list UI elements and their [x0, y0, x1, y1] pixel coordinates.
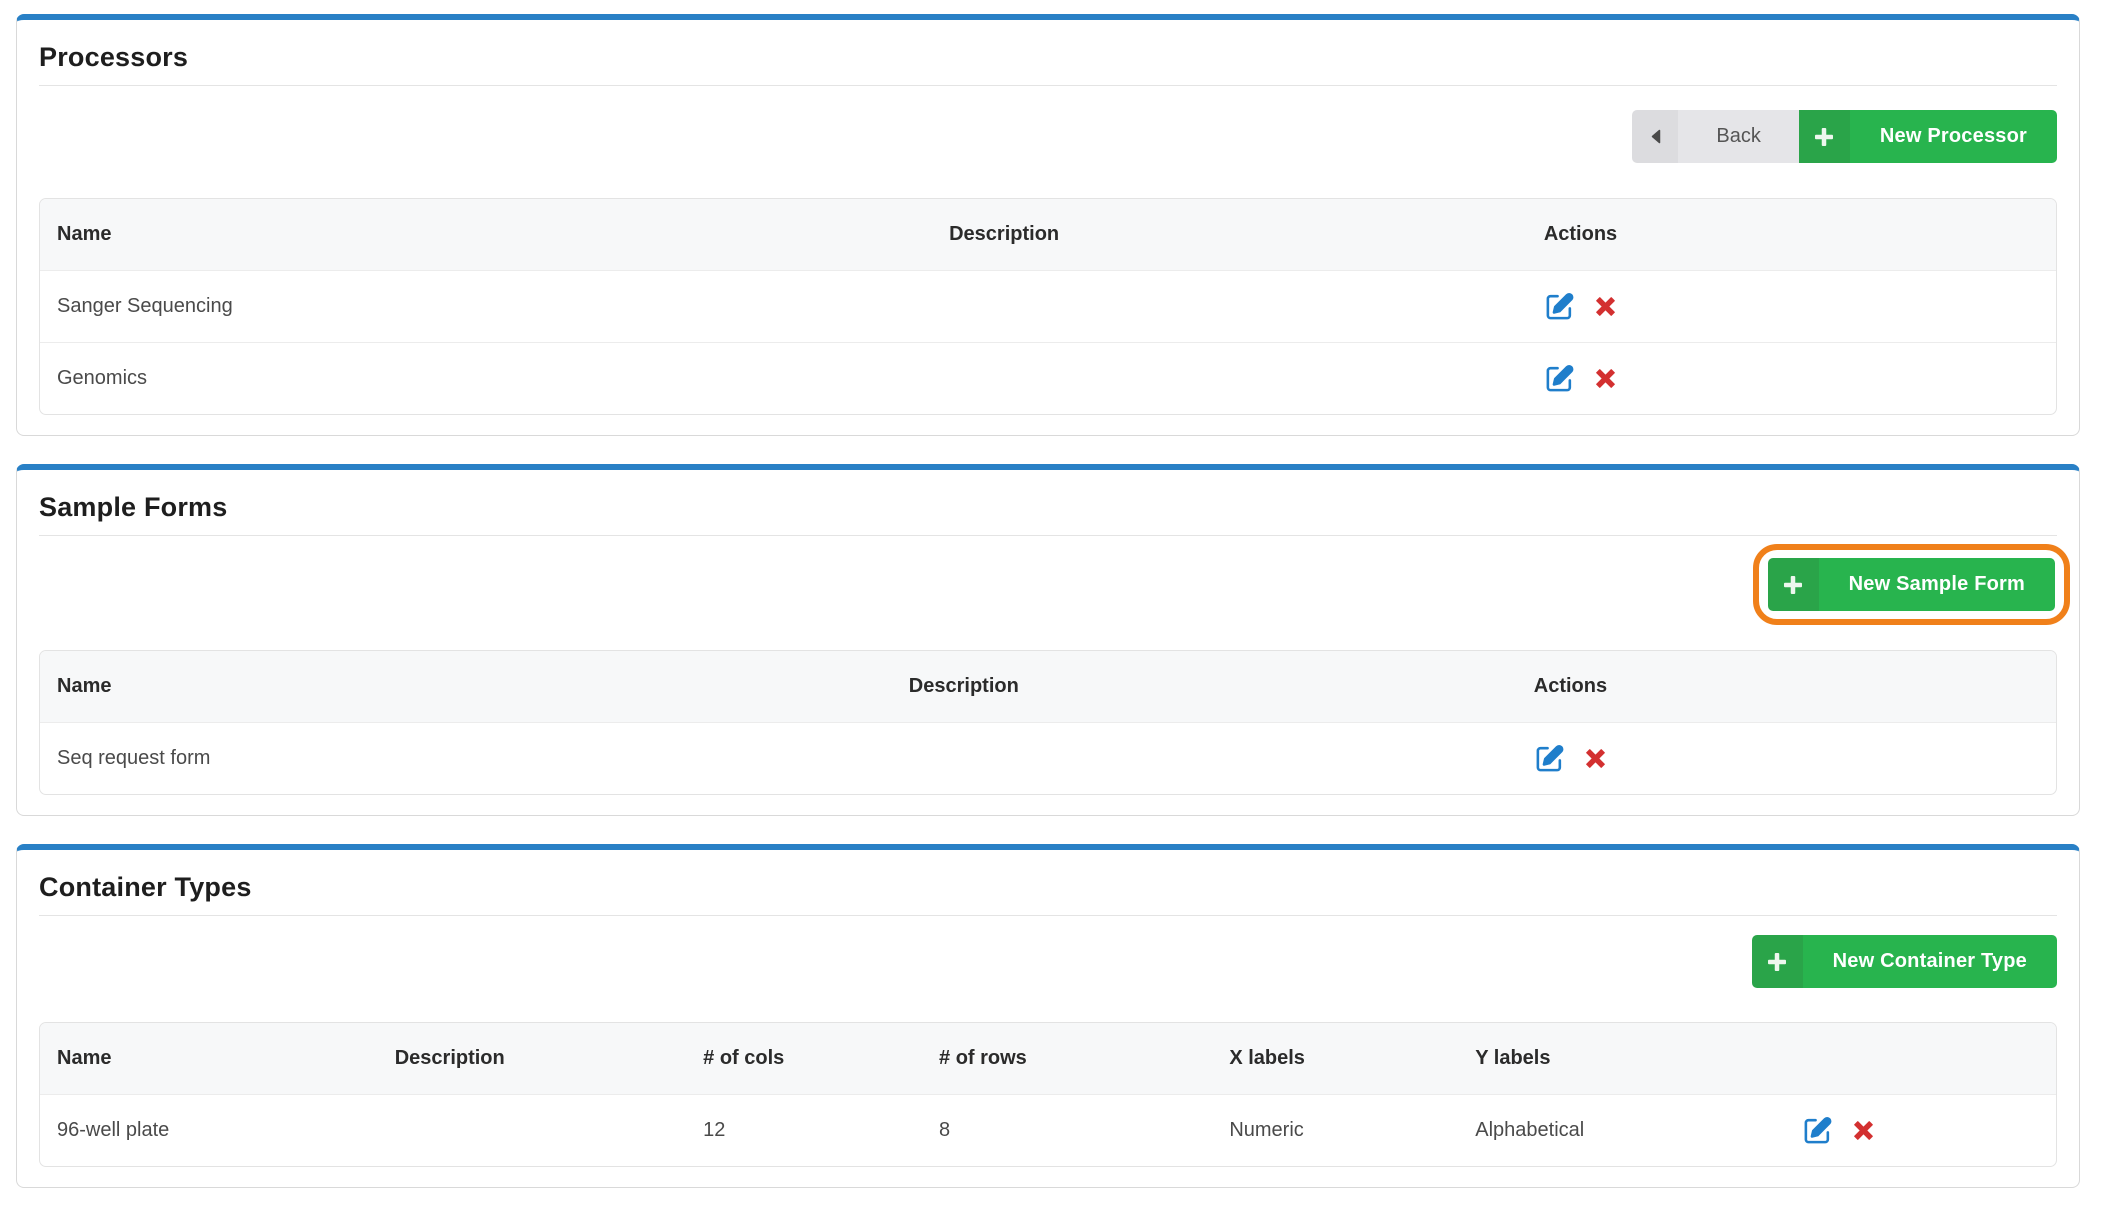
name-cell: Sanger Sequencing: [40, 271, 937, 343]
container-types-header-row: Name Description # of cols # of rows X l…: [40, 1023, 2056, 1095]
sample-forms-header-row: Name Description Actions: [40, 651, 2056, 723]
processors-table: Name Description Actions Sanger Sequenci…: [39, 198, 2057, 415]
x-mark-icon: [1583, 746, 1608, 771]
table-row: 96-well plate 12 8 Numeric Alphabetical: [40, 1095, 2056, 1167]
sample-forms-table: Name Description Actions Seq request for…: [39, 650, 2057, 795]
processors-card: Processors Back New Processor: [16, 14, 2080, 436]
column-header-name: Name: [40, 1023, 383, 1095]
actions-cell: [1522, 723, 2056, 795]
table-row: Seq request form: [40, 723, 2056, 795]
settings-page: Processors Back New Processor: [16, 14, 2080, 1188]
column-header-name: Name: [40, 199, 937, 271]
table-row: Sanger Sequencing: [40, 271, 2056, 343]
container-types-toolbar: New Container Type: [39, 935, 2057, 988]
container-types-card: Container Types New Container Type Name …: [16, 844, 2080, 1188]
column-header-actions: Actions: [1522, 651, 2056, 723]
table-row: Genomics: [40, 343, 2056, 415]
column-header-description: Description: [383, 1023, 691, 1095]
description-cell: [937, 271, 1532, 343]
name-cell: Seq request form: [40, 723, 897, 795]
sample-forms-title: Sample Forms: [39, 492, 2057, 523]
name-cell: 96-well plate: [40, 1095, 383, 1167]
processors-button-group: Back New Processor: [1632, 110, 2057, 163]
delete-button[interactable]: [1851, 1118, 1876, 1143]
divider: [39, 535, 2057, 536]
delete-button[interactable]: [1593, 294, 1618, 319]
column-header-description: Description: [897, 651, 1522, 723]
edit-button[interactable]: [1802, 1115, 1833, 1146]
actions-cell: [1790, 1095, 2056, 1167]
actions-cell: [1532, 343, 2056, 415]
new-container-type-button[interactable]: New Container Type: [1752, 935, 2057, 988]
delete-button[interactable]: [1593, 366, 1618, 391]
name-cell: Genomics: [40, 343, 937, 415]
plus-icon: [1799, 110, 1850, 163]
container-types-title: Container Types: [39, 872, 2057, 903]
delete-button[interactable]: [1583, 746, 1608, 771]
container-types-table: Name Description # of cols # of rows X l…: [39, 1022, 2057, 1167]
num-rows-cell: 8: [927, 1095, 1217, 1167]
x-mark-icon: [1593, 366, 1618, 391]
caret-left-icon: [1632, 110, 1678, 163]
highlight-ring: New Sample Form: [1753, 544, 2070, 625]
description-cell: [897, 723, 1522, 795]
edit-icon: [1544, 363, 1575, 394]
column-header-actions: [1790, 1023, 2056, 1095]
plus-icon: [1768, 558, 1819, 611]
edit-button[interactable]: [1534, 743, 1565, 774]
actions-cell: [1532, 271, 2056, 343]
divider: [39, 915, 2057, 916]
edit-icon: [1534, 743, 1565, 774]
new-processor-button-label: New Processor: [1850, 110, 2057, 163]
sample-forms-toolbar: New Sample Form: [39, 544, 2057, 625]
back-button-label: Back: [1678, 110, 1798, 163]
new-sample-form-button-label: New Sample Form: [1819, 558, 2055, 611]
column-header-num-cols: # of cols: [691, 1023, 927, 1095]
edit-button[interactable]: [1544, 363, 1575, 394]
x-mark-icon: [1851, 1118, 1876, 1143]
column-header-x-labels: X labels: [1217, 1023, 1463, 1095]
y-labels-cell: Alphabetical: [1463, 1095, 1790, 1167]
column-header-actions: Actions: [1532, 199, 2056, 271]
column-header-y-labels: Y labels: [1463, 1023, 1790, 1095]
plus-icon: [1752, 935, 1803, 988]
new-processor-button[interactable]: New Processor: [1799, 110, 2057, 163]
back-button[interactable]: Back: [1632, 110, 1798, 163]
x-mark-icon: [1593, 294, 1618, 319]
edit-button[interactable]: [1544, 291, 1575, 322]
edit-icon: [1544, 291, 1575, 322]
divider: [39, 85, 2057, 86]
column-header-num-rows: # of rows: [927, 1023, 1217, 1095]
description-cell: [383, 1095, 691, 1167]
sample-forms-card: Sample Forms New Sample Form Name Descri…: [16, 464, 2080, 816]
description-cell: [937, 343, 1532, 415]
edit-icon: [1802, 1115, 1833, 1146]
column-header-description: Description: [937, 199, 1532, 271]
num-cols-cell: 12: [691, 1095, 927, 1167]
column-header-name: Name: [40, 651, 897, 723]
new-container-type-button-label: New Container Type: [1803, 935, 2057, 988]
processors-header-row: Name Description Actions: [40, 199, 2056, 271]
new-sample-form-button[interactable]: New Sample Form: [1768, 558, 2055, 611]
processors-toolbar: Back New Processor: [39, 110, 2057, 163]
processors-title: Processors: [39, 42, 2057, 73]
x-labels-cell: Numeric: [1217, 1095, 1463, 1167]
